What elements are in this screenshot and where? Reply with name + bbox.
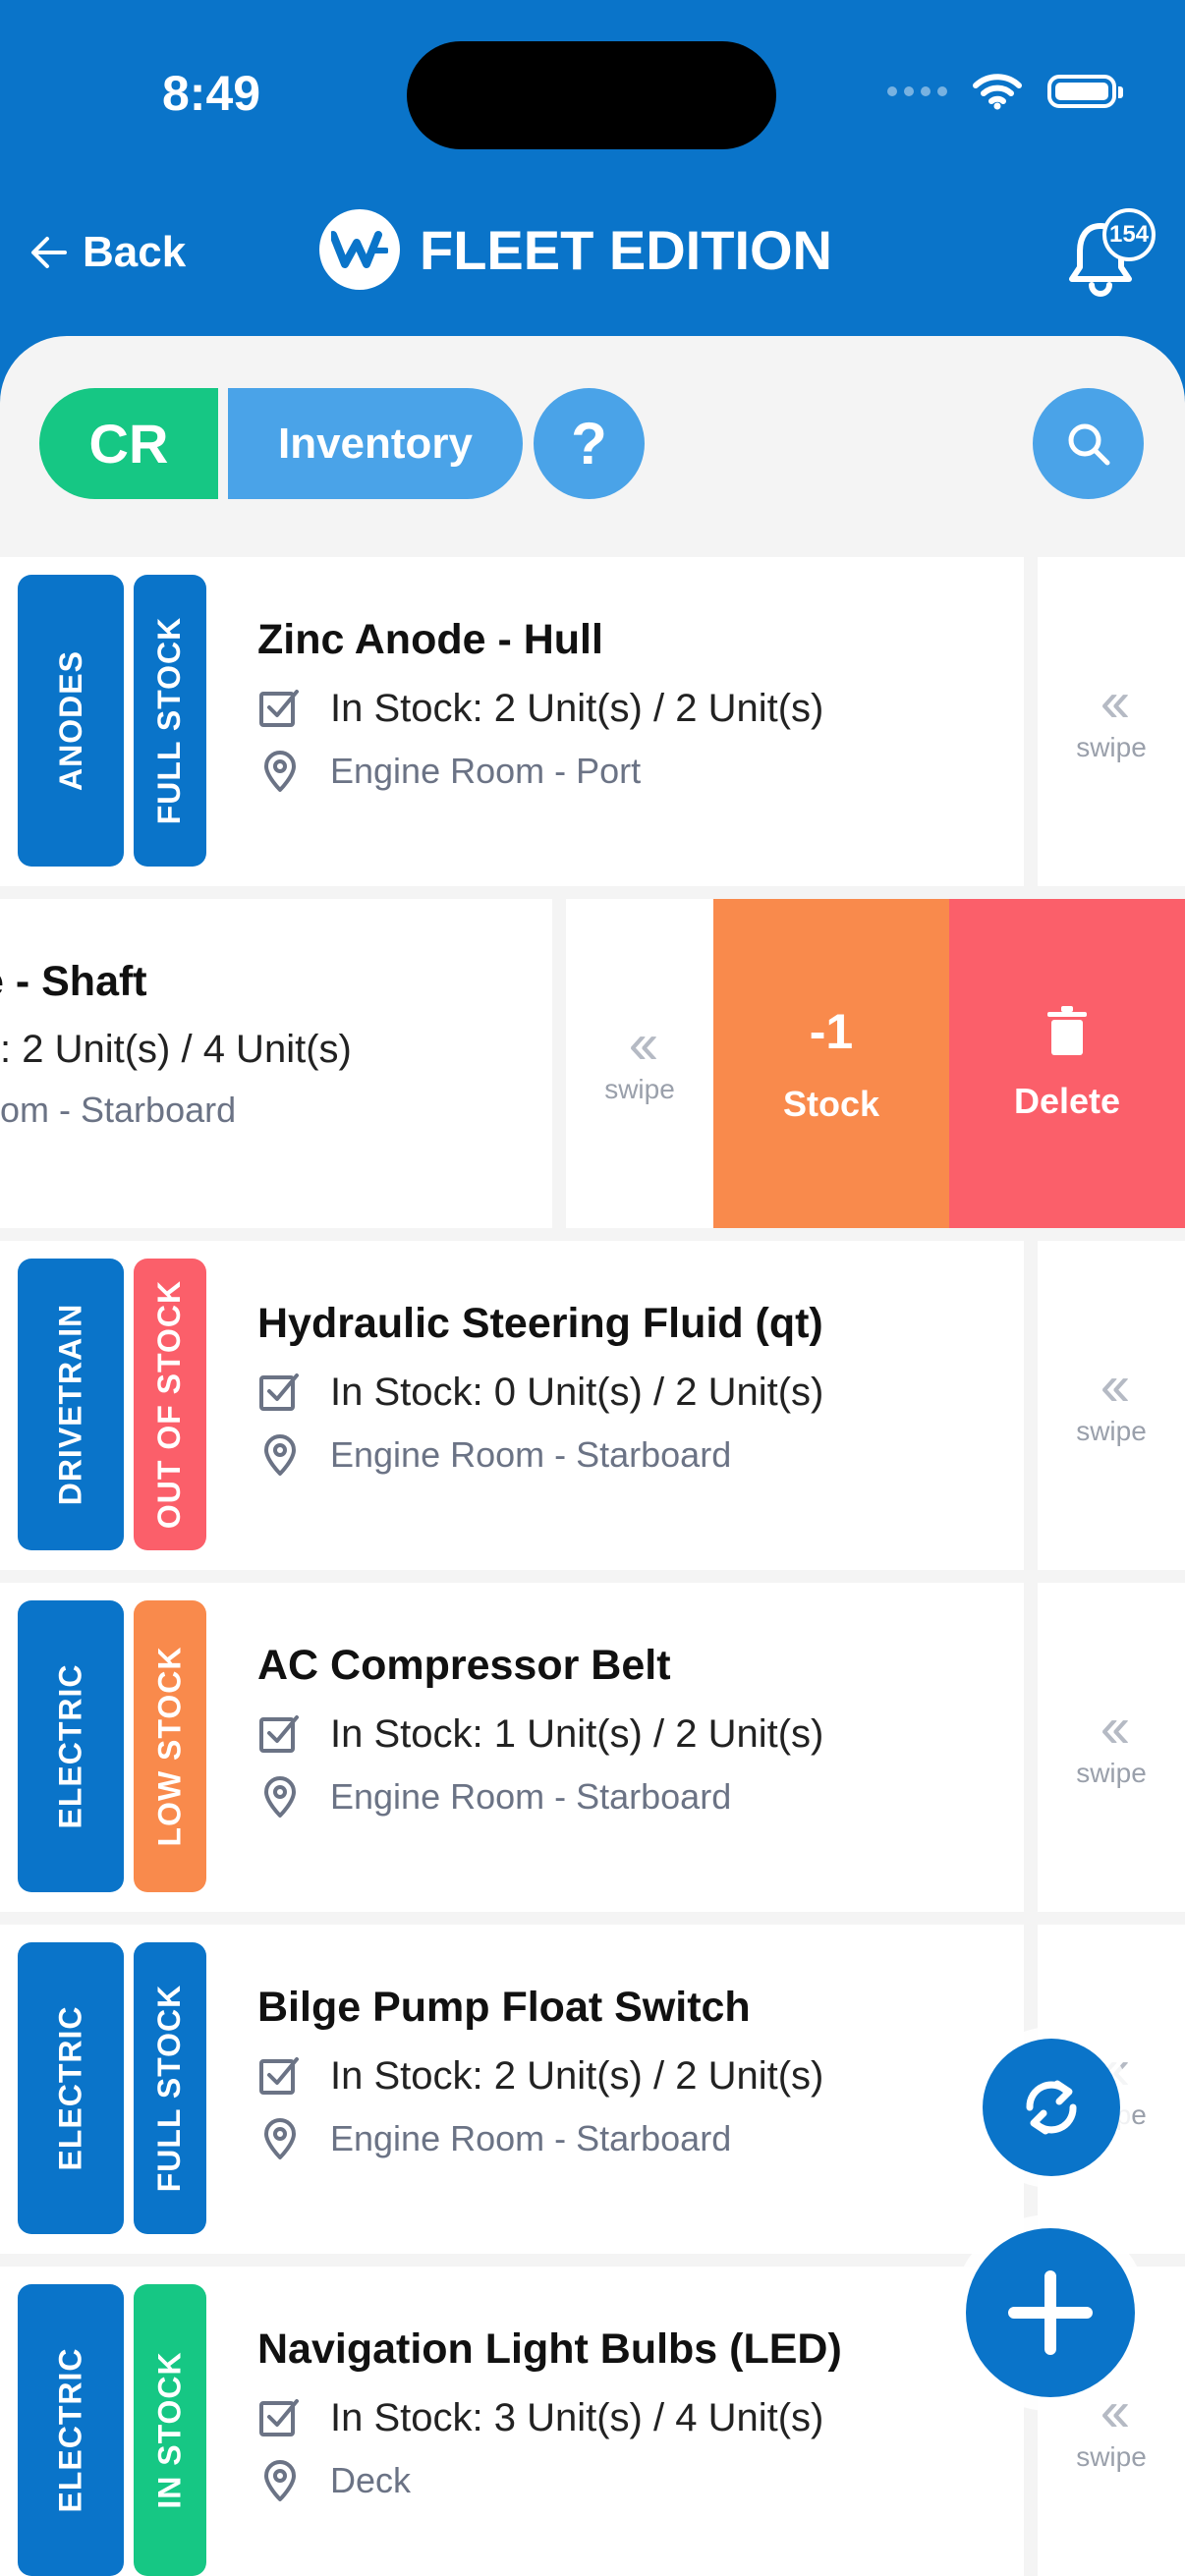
item-location: Engine Room - Port <box>330 751 642 791</box>
location-pin-icon <box>264 2118 296 2159</box>
add-item-button[interactable] <box>966 2228 1135 2397</box>
category-tag: ELECTRIC <box>18 1600 124 1892</box>
stock-count: In Stock: 0 Unit(s) / 2 Unit(s) <box>330 1370 824 1414</box>
notification-badge: 154 <box>1102 208 1156 261</box>
item-location: Engine Room - Starboard <box>330 1434 732 1475</box>
dynamic-island <box>407 41 776 149</box>
search-button[interactable] <box>1033 388 1144 499</box>
stock-status-tag: IN STOCK <box>134 2284 206 2576</box>
item-name: Navigation Light Bulbs (LED) <box>257 2325 842 2373</box>
chevrons-left-icon: ‹‹ <box>1100 2379 1131 2443</box>
category-tag: ELECTRIC <box>18 1942 124 2234</box>
category-tag: ELECTRIC <box>18 2284 124 2576</box>
stock-status-tag: OUT OF STOCK <box>134 1259 206 1550</box>
stock-status-tag: FULL STOCK <box>134 1942 206 2234</box>
swipe-hint[interactable]: ‹‹ swipe <box>1038 557 1185 886</box>
swipe-hint[interactable]: ‹‹ swipe <box>1038 1583 1185 1912</box>
item-name: AC Compressor Belt <box>257 1642 671 1689</box>
item-name: e - Shaft <box>0 958 147 1005</box>
cellular-signal-icon <box>887 86 947 96</box>
back-label: Back <box>83 228 187 276</box>
stock-status-tag: FULL STOCK <box>134 575 206 867</box>
chevrons-left-icon: ‹‹ <box>1100 1353 1131 1418</box>
list-item[interactable]: ELECTRIC LOW STOCK AC Compressor Belt In… <box>0 1583 1185 1912</box>
stock-count: In Stock: 2 Unit(s) / 2 Unit(s) <box>330 686 824 730</box>
category-tag: ANODES <box>18 575 124 867</box>
item-location: Deck <box>330 2460 412 2500</box>
brand-name: FLEET EDITION <box>420 218 832 281</box>
location-pin-icon <box>264 751 296 792</box>
chevrons-left-icon: ‹‹ <box>1100 669 1131 734</box>
checkbox-icon <box>259 1715 299 1753</box>
arrow-left-icon <box>31 237 67 268</box>
item-name: Bilge Pump Float Switch <box>257 1984 751 2031</box>
swipe-hint[interactable]: ‹‹ swipe <box>566 899 713 1228</box>
checkbox-icon <box>259 2057 299 2095</box>
refresh-icon <box>1026 2080 1077 2135</box>
delete-button[interactable]: Delete <box>949 899 1185 1228</box>
sync-button[interactable] <box>983 2039 1120 2176</box>
list-item[interactable]: DRIVETRAIN OUT OF STOCK Hydraulic Steeri… <box>0 1241 1185 1570</box>
item-card[interactable]: ANODES FULL STOCK Zinc Anode - Hull In S… <box>0 557 1024 886</box>
status-icons <box>887 73 1123 110</box>
location-pin-icon <box>264 2460 296 2501</box>
checkbox-icon <box>259 1373 299 1411</box>
stock-count: In Stock: 3 Unit(s) / 4 Unit(s) <box>330 2395 824 2439</box>
search-icon <box>1068 423 1109 465</box>
item-name: Hydraulic Steering Fluid (qt) <box>257 1300 823 1347</box>
item-location: Engine Room - Starboard <box>330 2118 732 2158</box>
list-item[interactable]: e - Shaft k: 2 Unit(s) / 4 Unit(s) oom -… <box>0 899 1185 1228</box>
item-name: Zinc Anode - Hull <box>257 616 603 663</box>
battery-icon <box>1047 75 1123 108</box>
status-time: 8:49 <box>162 66 261 121</box>
list-item[interactable]: ANODES FULL STOCK Zinc Anode - Hull In S… <box>0 557 1185 886</box>
back-button[interactable]: Back <box>29 228 186 277</box>
location-pin-icon <box>264 1434 296 1476</box>
trash-icon <box>1047 1005 1087 1055</box>
item-card-swiped[interactable]: e - Shaft k: 2 Unit(s) / 4 Unit(s) oom -… <box>0 899 552 1228</box>
location-pin-icon <box>264 1776 296 1818</box>
checkbox-icon <box>259 2399 299 2436</box>
checkbox-icon <box>259 690 299 727</box>
item-card[interactable]: DRIVETRAIN OUT OF STOCK Hydraulic Steeri… <box>0 1241 1024 1570</box>
help-button[interactable]: ? <box>534 388 645 499</box>
decrement-stock-button[interactable]: -1 Stock <box>713 899 949 1228</box>
section-chip-inventory[interactable]: Inventory <box>228 388 523 499</box>
chevrons-left-icon: ‹‹ <box>628 1011 659 1076</box>
item-card[interactable]: ELECTRIC LOW STOCK AC Compressor Belt In… <box>0 1583 1024 1912</box>
swipe-hint[interactable]: ‹‹ swipe <box>1038 1241 1185 1570</box>
plus-icon <box>1008 2270 1093 2355</box>
item-location: Engine Room - Starboard <box>330 1776 732 1817</box>
wifi-icon <box>973 74 1022 110</box>
user-chip[interactable]: CR <box>39 388 218 499</box>
item-card[interactable]: ELECTRIC IN STOCK Navigation Light Bulbs… <box>0 2267 1024 2576</box>
item-location: oom - Starboard <box>0 1090 237 1130</box>
stock-count: In Stock: 1 Unit(s) / 2 Unit(s) <box>330 1711 824 1756</box>
stock-status-tag: LOW STOCK <box>134 1600 206 1892</box>
item-card[interactable]: ELECTRIC FULL STOCK Bilge Pump Float Swi… <box>0 1925 1024 2254</box>
brand: FLEET EDITION <box>319 209 832 290</box>
chevrons-left-icon: ‹‹ <box>1100 1695 1131 1760</box>
brand-logo-icon <box>319 209 400 290</box>
stock-count: In Stock: 2 Unit(s) / 2 Unit(s) <box>330 2053 824 2098</box>
category-tag: DRIVETRAIN <box>18 1259 124 1550</box>
stock-count: k: 2 Unit(s) / 4 Unit(s) <box>0 1028 352 1071</box>
